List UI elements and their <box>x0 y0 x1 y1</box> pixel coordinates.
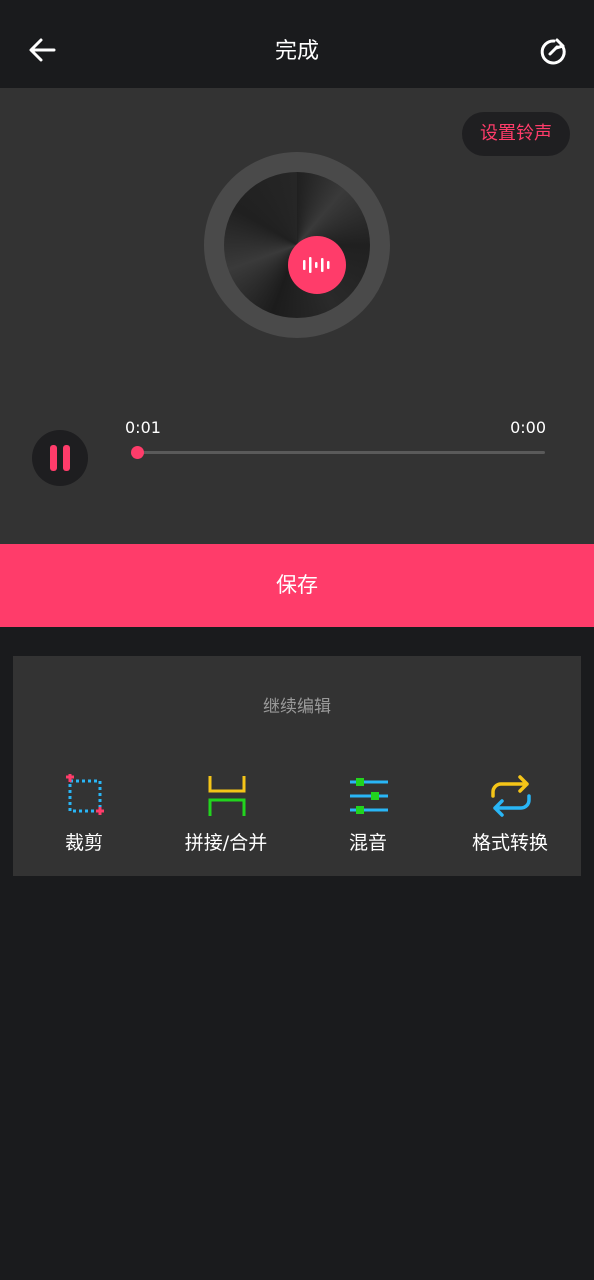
vinyl-disc-inner <box>224 172 370 318</box>
back-button[interactable] <box>22 30 62 70</box>
pause-button[interactable] <box>32 430 88 486</box>
set-ringtone-button[interactable]: 设置铃声 <box>462 112 570 156</box>
tool-crop[interactable]: 裁剪 <box>13 774 155 864</box>
disc-center <box>288 236 346 294</box>
tool-merge[interactable]: 拼接/合并 <box>155 774 297 864</box>
waveform-icon <box>303 257 330 273</box>
header-bar: 完成 <box>0 0 594 88</box>
mixer-icon <box>350 778 388 814</box>
progress-thumb[interactable] <box>131 446 144 459</box>
redo-icon <box>540 38 566 65</box>
tool-mixer-label: 混音 <box>348 832 387 854</box>
total-time: 0:00 <box>510 418 546 437</box>
screen: 完成 设置铃声 0:01 0:00 保存 继续编辑 裁剪 拼接/合并 混音 格式… <box>0 0 594 1280</box>
arrow-left-icon <box>29 38 56 62</box>
convert-icon <box>491 775 531 817</box>
redo-button[interactable] <box>534 32 574 72</box>
tool-merge-label: 拼接/合并 <box>184 832 268 854</box>
pause-icon-bar <box>63 445 70 471</box>
crop-icon <box>66 774 104 815</box>
continue-edit-card: 继续编辑 裁剪 拼接/合并 混音 格式转换 <box>13 656 581 876</box>
tool-convert[interactable]: 格式转换 <box>439 774 581 864</box>
progress-slider[interactable] <box>131 446 545 459</box>
continue-edit-title: 继续编辑 <box>263 697 331 717</box>
vinyl-disc <box>204 152 390 338</box>
save-button[interactable]: 保存 <box>0 544 594 627</box>
merge-icon <box>208 776 246 816</box>
player-panel: 设置铃声 0:01 0:00 <box>0 88 594 544</box>
tool-crop-label: 裁剪 <box>64 832 103 854</box>
pause-icon <box>50 445 57 471</box>
tool-mixer[interactable]: 混音 <box>297 774 439 864</box>
current-time: 0:01 <box>125 418 161 437</box>
tool-convert-label: 格式转换 <box>471 832 548 854</box>
